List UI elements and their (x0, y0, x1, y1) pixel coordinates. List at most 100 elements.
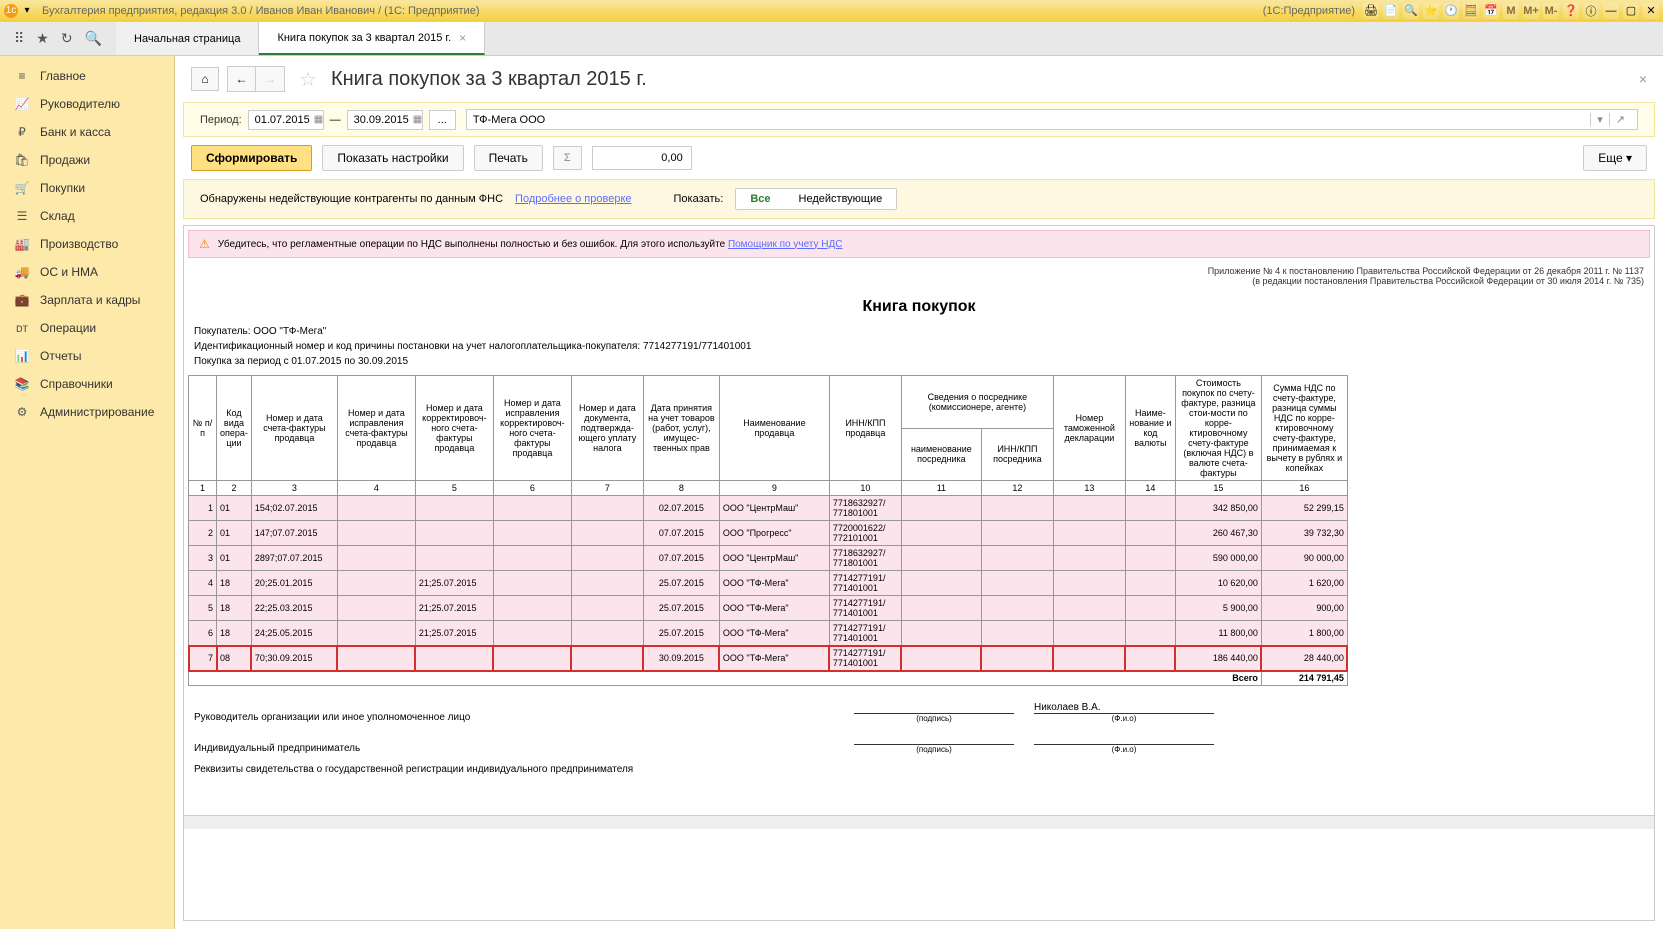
close-icon[interactable]: ✕ (1643, 3, 1659, 19)
minimize-icon[interactable]: — (1603, 3, 1619, 19)
table-row[interactable]: 41820;25.01.201521;25.07.201525.07.2015О… (189, 571, 1348, 596)
period-label: Период: (200, 114, 242, 126)
form-button[interactable]: Сформировать (191, 145, 312, 171)
search-icon[interactable]: 🔍 (1403, 3, 1419, 19)
sidebar-icon: 🏭 (14, 237, 30, 251)
sidebar-label: Склад (40, 209, 75, 223)
sum-input[interactable]: 0,00 (592, 146, 692, 170)
star-icon[interactable]: ⭐ (1423, 3, 1439, 19)
sidebar-label: Руководителю (40, 97, 120, 111)
org-dropdown-icon[interactable]: ▾ (1590, 113, 1609, 126)
sidebar-label: Операции (40, 321, 96, 335)
warning-icon: ⚠ (199, 237, 210, 251)
sidebar-item-9[interactable]: ᴅᴛ Операции (0, 314, 174, 342)
sidebar-item-11[interactable]: 📚Справочники (0, 370, 174, 398)
org-open-icon[interactable]: ↗ (1609, 113, 1631, 126)
more-button[interactable]: Еще ▾ (1583, 145, 1647, 171)
dropdown-icon[interactable]: ▾ (20, 4, 34, 18)
sidebar-item-1[interactable]: 📈Руководителю (0, 90, 174, 118)
favorite-icon[interactable]: ★ (36, 30, 49, 47)
back-button[interactable]: ← (228, 67, 256, 91)
period-picker-button[interactable]: ... (429, 110, 456, 130)
sidebar-item-4[interactable]: 🛒Покупки (0, 174, 174, 202)
print-button[interactable]: Печать (474, 145, 543, 171)
toggle-all[interactable]: Все (736, 189, 784, 209)
sidebar-item-2[interactable]: ₽Банк и касса (0, 118, 174, 146)
print-icon[interactable]: 🖨 (1363, 3, 1379, 19)
sig-fio2: (Ф.и.о) (1034, 745, 1214, 754)
table-row[interactable]: 101154;02.07.201502.07.2015ООО "ЦентрМаш… (189, 496, 1348, 521)
sidebar-item-5[interactable]: ☰Склад (0, 202, 174, 230)
m-btn[interactable]: M (1503, 3, 1519, 19)
org-input[interactable]: ТФ-Мега ООО ▾ ↗ (466, 109, 1638, 130)
note2: (в редакции постановления Правительства … (194, 276, 1644, 286)
apps-icon[interactable]: ⠿ (14, 30, 24, 47)
sig-line1: (подпись) (854, 713, 1014, 723)
sidebar-item-12[interactable]: ⚙ Администрирование (0, 398, 174, 426)
period-line: Покупка за период с 01.07.2015 по 30.09.… (184, 354, 1654, 369)
tab-close-icon[interactable]: × (459, 31, 466, 45)
maximize-icon[interactable]: ▢ (1623, 3, 1639, 19)
date-from-input[interactable]: 01.07.2015 ▦ (248, 110, 324, 130)
calc-icon[interactable]: 🧮 (1463, 3, 1479, 19)
sidebar-item-8[interactable]: 💼Зарплата и кадры (0, 286, 174, 314)
date-to-value: 30.09.2015 (354, 114, 409, 126)
table-row[interactable]: 61824;25.05.201521;25.07.201525.07.2015О… (189, 621, 1348, 646)
sidebar-icon: ᴅᴛ (14, 321, 30, 335)
th-16: Сумма НДС по счету-фактуре, разница сумм… (1261, 376, 1347, 481)
sidebar-icon: 📚 (14, 377, 30, 391)
toggle-bad[interactable]: Недействующие (785, 189, 897, 209)
sidebar-item-10[interactable]: 📊Отчеты (0, 342, 174, 370)
sidebar-icon: ⚙ (14, 405, 30, 419)
calendar-icon[interactable]: ▦ (314, 114, 323, 125)
warn-link[interactable]: Помощник по учету НДС (728, 239, 843, 250)
app-icon: 1c (4, 4, 18, 18)
history-icon[interactable]: ↻ (61, 30, 73, 47)
table-row[interactable]: 3012897;07.07.201507.07.2015ООО "ЦентрМа… (189, 546, 1348, 571)
sidebar-item-0[interactable]: ≡Главное (0, 62, 174, 90)
window-title: Бухгалтерия предприятия, редакция 3.0 / … (42, 5, 1263, 17)
warn-text: Убедитесь, что регламентные операции по … (218, 239, 728, 250)
m-minus-btn[interactable]: M- (1543, 3, 1559, 19)
sidebar-label: Администрирование (40, 405, 154, 419)
sidebar-item-3[interactable]: 🛍Продажи (0, 146, 174, 174)
th-9: Наименование продавца (719, 376, 829, 481)
table-row[interactable]: 51822;25.03.201521;25.07.201525.07.2015О… (189, 596, 1348, 621)
favorite-star-icon[interactable]: ☆ (299, 67, 317, 92)
forward-button[interactable]: → (256, 67, 284, 91)
home-button[interactable]: ⌂ (191, 67, 219, 91)
calendar-icon[interactable]: ▦ (413, 114, 422, 125)
help-icon[interactable]: ❓ (1563, 3, 1579, 19)
date-to-input[interactable]: 30.09.2015 ▦ (347, 110, 423, 130)
action-bar: Сформировать Показать настройки Печать Σ… (175, 137, 1663, 179)
page-close-icon[interactable]: × (1639, 71, 1647, 87)
tab-start[interactable]: Начальная страница (116, 22, 259, 55)
tab-book[interactable]: Книга покупок за 3 квартал 2015 г. × (259, 22, 485, 55)
info-icon[interactable]: ⓘ (1583, 3, 1599, 19)
horizontal-scrollbar[interactable] (184, 815, 1654, 829)
info-link[interactable]: Подробнее о проверке (515, 193, 631, 205)
sidebar-item-6[interactable]: 🏭Производство (0, 230, 174, 258)
vat-warning: ⚠ Убедитесь, что регламентные операции п… (188, 230, 1650, 258)
sidebar-label: Банк и касса (40, 125, 111, 139)
settings-button[interactable]: Показать настройки (322, 145, 463, 171)
org-value: ТФ-Мега ООО (473, 114, 1590, 126)
top-tabs: ⠿ ★ ↻ 🔍 Начальная страница Книга покупок… (0, 22, 1663, 56)
m-plus-btn[interactable]: M+ (1523, 3, 1539, 19)
search2-icon[interactable]: 🔍 (85, 30, 102, 47)
sidebar-icon: 🚚 (14, 265, 30, 279)
info-text: Обнаружены недействующие контрагенты по … (200, 193, 503, 205)
sidebar-label: ОС и НМА (40, 265, 98, 279)
sidebar-item-7[interactable]: 🚚 ОС и НМА (0, 258, 174, 286)
table-row[interactable]: 201147;07.07.201507.07.2015ООО "Прогресс… (189, 521, 1348, 546)
params-bar: Период: 01.07.2015 ▦ — 30.09.2015 ▦ ... … (183, 102, 1655, 137)
report-area[interactable]: ⚠ Убедитесь, что регламентные операции п… (183, 225, 1655, 921)
sigma-label: Σ (553, 146, 582, 170)
doc-icon[interactable]: 📄 (1383, 3, 1399, 19)
table-row[interactable]: 70870;30.09.201530.09.2015ООО "ТФ-Мега"7… (189, 646, 1348, 671)
info-bar: Обнаружены недействующие контрагенты по … (183, 179, 1655, 219)
titlebar: 1c ▾ Бухгалтерия предприятия, редакция 3… (0, 0, 1663, 22)
cal-icon[interactable]: 📅 (1483, 3, 1499, 19)
sidebar-label: Отчеты (40, 349, 81, 363)
clock-icon[interactable]: 🕐 (1443, 3, 1459, 19)
